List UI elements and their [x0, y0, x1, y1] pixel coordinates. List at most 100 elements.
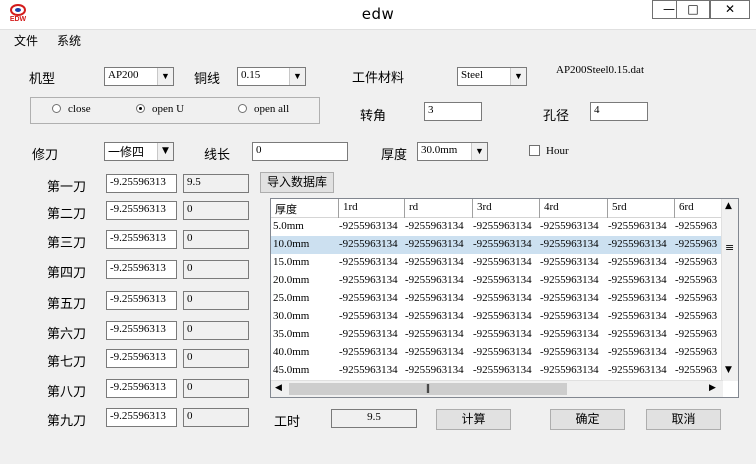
cut-value-input[interactable]: -9.25596313 [106, 349, 177, 368]
table-column-header[interactable]: rd [405, 199, 473, 218]
scroll-up-icon[interactable]: ▲ [725, 201, 732, 211]
chevron-down-icon: ▼ [510, 68, 526, 85]
cut-value-input[interactable]: -9.25596313 [106, 408, 177, 427]
menu-file[interactable]: 文件 [14, 32, 38, 49]
cut-label: 第四刀 [47, 266, 87, 281]
chevron-down-icon: ▼ [157, 68, 173, 85]
cut-value-input[interactable]: -9.25596313 [106, 174, 177, 193]
table-cell: -9255963134 [608, 364, 667, 376]
menu-bar: 文件 系统 [0, 30, 756, 50]
radio-open-u-label: open U [152, 103, 185, 115]
table-cell: -9255963134 [540, 292, 599, 304]
table-column-header[interactable]: 4rd [540, 199, 608, 218]
cut-label: 第八刀 [47, 385, 87, 400]
cancel-button[interactable]: 取消 [646, 409, 721, 430]
cut-extra-field: 0 [183, 291, 249, 310]
thickness-table[interactable]: 厚度 1rd rd 3rd 4rd 5rd 6rd 5.0mm -9255963134 -925… [270, 198, 739, 398]
line-length-label: 线长 [204, 148, 231, 163]
radio-close-label: close [68, 103, 91, 115]
table-column-header[interactable]: 5rd [608, 199, 675, 218]
table-cell: -9255963134 [473, 256, 532, 268]
menu-system[interactable]: 系统 [57, 32, 81, 49]
material-value: Steel [461, 69, 483, 81]
table-row[interactable]: 35.0mm -9255963134 -9255963134 -9255963134-… [271, 326, 723, 344]
table-row[interactable]: 20.0mm -9255963134 -9255963134 -9255963134-… [271, 272, 723, 290]
maximize-button[interactable]: □ [676, 0, 710, 19]
angle-input[interactable]: 3 [424, 102, 482, 121]
table-cell: -9255963 [675, 274, 718, 286]
horizontal-scrollbar[interactable]: ◀ ‖ ▶ [271, 380, 723, 397]
table-cell: -9255963134 [405, 346, 464, 358]
cut-value-input[interactable]: -9.25596313 [106, 321, 177, 340]
vertical-scrollbar[interactable]: ▲ ≡ ▼ [721, 199, 738, 381]
radio-open-u[interactable]: open U [136, 103, 184, 115]
minimize-icon: — [663, 2, 675, 16]
table-cell: -9255963 [675, 256, 718, 268]
radio-open-all[interactable]: open all [238, 103, 289, 115]
calculate-button[interactable]: 计算 [436, 409, 511, 430]
trim-select[interactable]: 一修四 ▼ [104, 142, 174, 161]
horizontal-scroll-thumb[interactable]: ‖ [289, 383, 567, 395]
cut-value-input[interactable]: -9.25596313 [106, 379, 177, 398]
table-cell: -9255963134 [405, 364, 464, 376]
wire-select[interactable]: 0.15 ▼ [237, 67, 306, 86]
table-cell: -9255963134 [540, 364, 599, 376]
maximize-icon: □ [687, 2, 699, 16]
import-database-button[interactable]: 导入数据库 [260, 172, 334, 193]
hole-input[interactable]: 4 [590, 102, 648, 121]
hour-checkbox-box [529, 145, 540, 156]
scroll-down-icon[interactable]: ▼ [725, 365, 732, 375]
table-cell: -9255963134 [405, 292, 464, 304]
cut-extra-field: 0 [183, 408, 249, 427]
scroll-right-icon[interactable]: ▶ [709, 383, 716, 393]
close-button[interactable]: ✕ [710, 0, 750, 19]
table-column-header[interactable]: 3rd [473, 199, 540, 218]
cut-label: 第五刀 [47, 297, 87, 312]
table-cell: -9255963134 [540, 328, 599, 340]
table-row[interactable]: 40.0mm -9255963134 -9255963134 -9255963134-… [271, 344, 723, 362]
table-cell: -9255963 [675, 220, 718, 232]
scroll-thumb-icon[interactable]: ≡ [725, 241, 734, 254]
table-column-header[interactable]: 1rd [339, 199, 405, 218]
table-row[interactable]: 10.0mm -9255963134 -9255963134 -9255963134-… [271, 236, 723, 254]
table-cell: -9255963134 [339, 238, 398, 250]
table-cell: 25.0mm [273, 292, 310, 304]
chevron-down-icon: ▼ [157, 143, 173, 160]
machine-select[interactable]: AP200 ▼ [104, 67, 174, 86]
cut-value-input[interactable]: -9.25596313 [106, 260, 177, 279]
cut-extra-field: 0 [183, 379, 249, 398]
table-row[interactable]: 30.0mm -9255963134 -9255963134 -9255963134-… [271, 308, 723, 326]
close-icon: ✕ [724, 2, 736, 16]
radio-close[interactable]: close [52, 103, 91, 115]
table-cell: -9255963134 [540, 256, 599, 268]
wire-value: 0.15 [241, 69, 261, 81]
table-row[interactable]: 15.0mm -9255963134 -9255963134 -9255963134-… [271, 254, 723, 272]
table-row[interactable]: 45.0mm -9255963134 -9255963134 -9255963134-… [271, 362, 723, 380]
table-cell: -9255963134 [540, 310, 599, 322]
cut-extra-field: 0 [183, 201, 249, 220]
table-column-header[interactable]: 厚度 [271, 199, 339, 218]
table-cell: -9255963134 [473, 274, 532, 286]
table-cell: -9255963134 [339, 274, 398, 286]
radio-open-all-circle [238, 104, 247, 113]
line-length-input[interactable]: 0 [252, 142, 348, 161]
cut-value-input[interactable]: -9.25596313 [106, 201, 177, 220]
table-cell: -9255963134 [540, 238, 599, 250]
chevron-down-icon: ▼ [471, 143, 487, 160]
ok-button[interactable]: 确定 [550, 409, 625, 430]
scroll-left-icon[interactable]: ◀ [275, 383, 282, 393]
table-cell: -9255963134 [473, 328, 532, 340]
hour-checkbox[interactable]: Hour [529, 143, 569, 157]
table-row[interactable]: 5.0mm -9255963134 -9255963134 -9255963134 -9… [271, 218, 723, 236]
angle-label: 转角 [360, 109, 387, 124]
cut-extra-field: 9.5 [183, 174, 249, 193]
cut-value-input[interactable]: -9.25596313 [106, 230, 177, 249]
hscroll-thumb-icon: ‖ [425, 384, 431, 394]
table-cell: 20.0mm [273, 274, 310, 286]
cut-value-input[interactable]: -9.25596313 [106, 291, 177, 310]
cut-label: 第二刀 [47, 207, 87, 222]
thickness-label: 厚度 [381, 148, 408, 163]
thickness-select[interactable]: 30.0mm ▼ [417, 142, 488, 161]
table-row[interactable]: 25.0mm -9255963134 -9255963134 -9255963134-… [271, 290, 723, 308]
material-select[interactable]: Steel ▼ [457, 67, 527, 86]
